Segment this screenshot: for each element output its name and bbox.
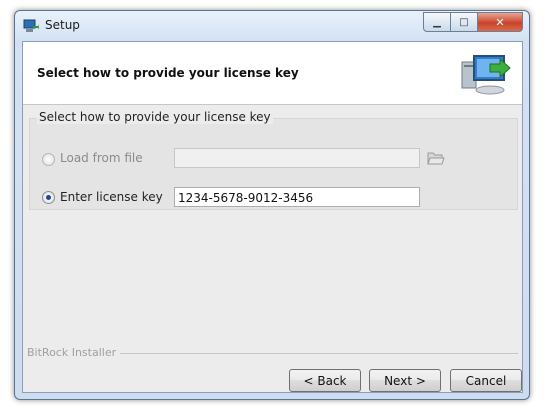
installer-computer-icon [461,55,511,95]
header-banner: Select how to provide your license key [23,42,522,105]
enter-license-key-label: Enter license key [60,190,163,204]
title-bar[interactable]: Setup ▁ □ ✕ [15,11,529,41]
brand-label: BitRock Installer [27,346,121,359]
minimize-button[interactable]: ▁ [423,12,451,32]
license-file-path-input[interactable] [174,148,420,168]
back-button[interactable]: < Back [289,369,361,392]
setup-window: Setup ▁ □ ✕ Select how to provide your l… [14,10,530,400]
dialog-client-area: Select how to provide your license key S… [22,41,523,393]
load-from-file-radio[interactable] [42,153,55,166]
section-title: Select how to provide your license key [37,110,273,124]
enter-license-key-radio[interactable] [42,191,55,204]
browse-folder-icon[interactable] [427,150,445,166]
caption-buttons: ▁ □ ✕ [423,12,523,32]
setup-app-icon [23,19,39,32]
minimize-icon: ▁ [433,16,441,28]
close-icon: ✕ [495,15,505,29]
maximize-button[interactable]: □ [451,12,478,32]
next-button[interactable]: Next > [369,369,441,392]
close-button[interactable]: ✕ [478,12,523,32]
window-title: Setup [45,18,80,32]
load-from-file-label: Load from file [60,151,143,165]
cancel-button[interactable]: Cancel [450,369,522,392]
maximize-icon: □ [459,16,469,28]
page-title: Select how to provide your license key [37,66,299,80]
license-key-input[interactable]: 1234-5678-9012-3456 [174,187,420,207]
